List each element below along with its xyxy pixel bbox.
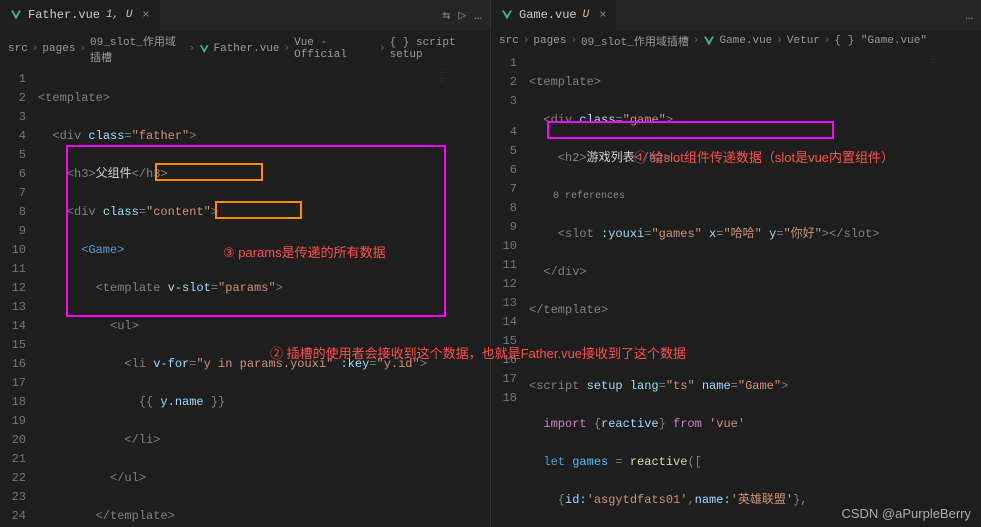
minimap[interactable]: ▬▬▬▬▬▬▬▬▬▬▬▬▬▬▬▬: [440, 68, 490, 148]
tab-modified: U: [583, 9, 590, 21]
tab-actions: …: [965, 8, 981, 23]
editor-pane-left: Father.vue 1, U × ⇆ ▷ … src› pages› 09_s…: [0, 0, 491, 527]
tab-game-vue[interactable]: Game.vue U ×: [491, 0, 616, 30]
code-area[interactable]: <template> <div class="game"> <h2>游戏列表</…: [529, 52, 981, 527]
tab-label: Father.vue: [28, 8, 100, 22]
minimap[interactable]: ▬▬▬▬▬▬▬▬▬▬▬: [931, 52, 981, 132]
close-icon[interactable]: ×: [142, 8, 149, 22]
tab-bar: Father.vue 1, U × ⇆ ▷ …: [0, 0, 490, 30]
tab-father-vue[interactable]: Father.vue 1, U ×: [0, 0, 160, 30]
run-icon[interactable]: ▷: [458, 8, 466, 23]
editor-right[interactable]: 123456789101112131415161718 <template> <…: [491, 52, 981, 527]
vue-icon: [199, 43, 210, 55]
vue-icon: [703, 35, 715, 47]
breadcrumb[interactable]: src› pages› 09_slot_作用域插槽› Game.vue› Vet…: [491, 30, 981, 52]
line-gutter: 1234567891011121314151617181920212223242…: [0, 68, 38, 527]
close-icon[interactable]: ×: [599, 8, 606, 22]
editor-left[interactable]: 1234567891011121314151617181920212223242…: [0, 68, 490, 527]
breadcrumb[interactable]: src› pages› 09_slot_作用域插槽› Father.vue› V…: [0, 30, 490, 68]
more-icon[interactable]: …: [474, 8, 482, 23]
vue-icon: [501, 9, 513, 21]
tab-actions: ⇆ ▷ …: [443, 8, 490, 23]
tab-bar: Game.vue U × …: [491, 0, 981, 30]
tab-label: Game.vue: [519, 8, 577, 22]
code-area[interactable]: <template> <div class="father"> <h3>父组件<…: [38, 68, 490, 527]
compare-icon[interactable]: ⇆: [443, 8, 451, 23]
tab-modified: 1, U: [106, 9, 132, 21]
more-icon[interactable]: …: [965, 8, 973, 23]
watermark: CSDN @aPurpleBerry: [841, 506, 971, 521]
editor-pane-right: Game.vue U × … src› pages› 09_slot_作用域插槽…: [491, 0, 981, 527]
vue-icon: [10, 9, 22, 21]
references-codelens[interactable]: 0 references: [529, 187, 981, 206]
line-gutter: 123456789101112131415161718: [491, 52, 529, 527]
